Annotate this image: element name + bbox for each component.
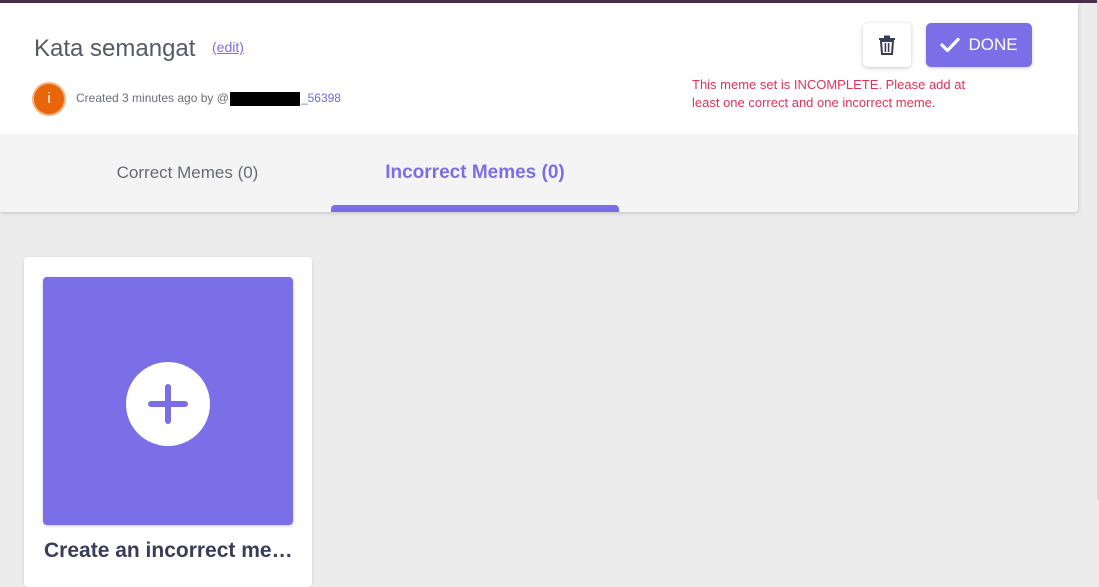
create-incorrect-meme-card[interactable]: Create an incorrect meme bbox=[24, 257, 312, 587]
trash-icon bbox=[879, 35, 895, 55]
delete-button[interactable] bbox=[863, 23, 911, 67]
redacted-username bbox=[229, 91, 300, 106]
avatar[interactable]: i bbox=[34, 84, 64, 114]
create-meme-label: Create an incorrect meme bbox=[44, 539, 294, 562]
tab-incorrect-memes[interactable]: Incorrect Memes (0) bbox=[331, 134, 619, 212]
username-link[interactable]: _56398 bbox=[301, 91, 341, 105]
page-title: Kata semangat bbox=[34, 35, 196, 62]
meme-tabs: Correct Memes (0) Incorrect Memes (0) bbox=[0, 134, 1078, 212]
done-button[interactable]: DONE bbox=[926, 23, 1032, 67]
created-prefix: Created 3 minutes ago by @ bbox=[76, 91, 229, 105]
create-meme-tile[interactable] bbox=[43, 277, 293, 525]
checkmark-icon bbox=[940, 37, 961, 53]
created-info: Created 3 minutes ago by @ _56398 bbox=[76, 91, 341, 106]
plus-icon bbox=[148, 384, 188, 424]
active-tab-indicator bbox=[331, 205, 619, 212]
tab-correct-memes[interactable]: Correct Memes (0) bbox=[44, 134, 331, 212]
add-button-circle[interactable] bbox=[126, 362, 210, 446]
incomplete-warning: This meme set is INCOMPLETE. Please add … bbox=[692, 77, 966, 110]
edit-title-link[interactable]: (edit) bbox=[212, 39, 244, 55]
done-label: DONE bbox=[968, 35, 1018, 54]
